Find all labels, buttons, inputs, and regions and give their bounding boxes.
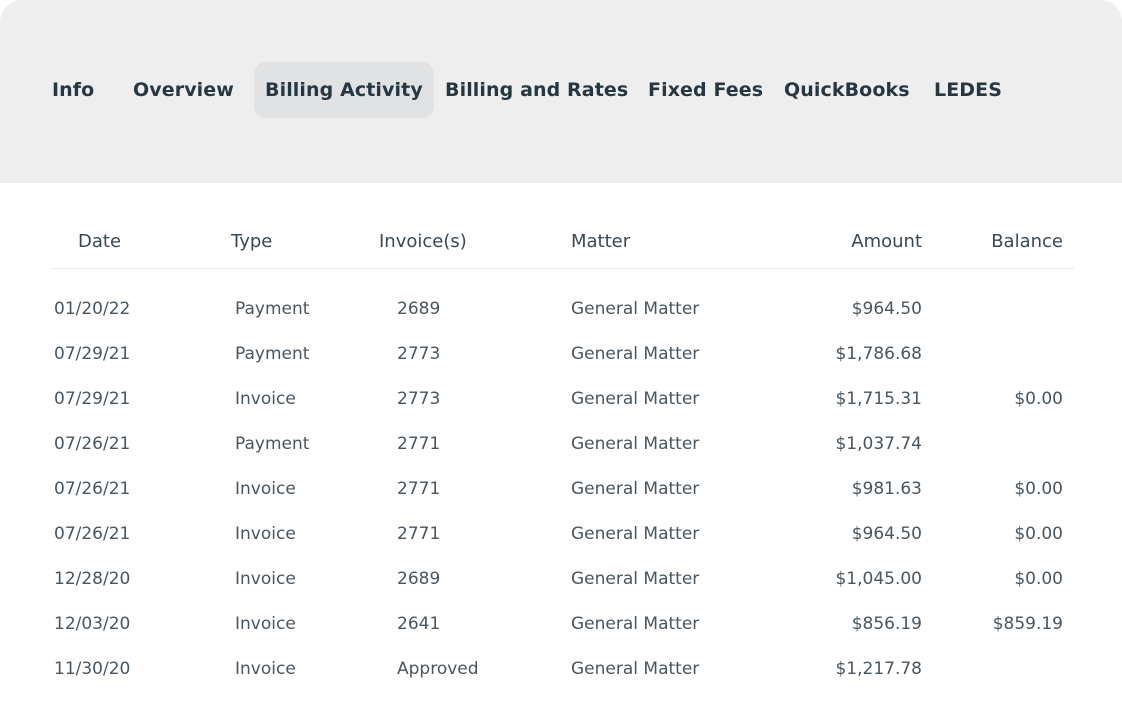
tab-quickbooks[interactable]: QuickBooks — [784, 62, 910, 118]
column-header-invoices[interactable]: Invoice(s) — [379, 228, 467, 256]
cell-type: Payment — [235, 434, 310, 454]
cell-type: Invoice — [235, 389, 296, 409]
cell-date: 12/28/20 — [54, 569, 131, 589]
header-divider — [51, 268, 1074, 269]
cell-date: 07/26/21 — [54, 524, 131, 544]
cell-invoices: 2771 — [397, 524, 441, 544]
cell-matter: General Matter — [571, 434, 700, 454]
tab-ledes[interactable]: LEDES — [934, 62, 1002, 118]
tab-info[interactable]: Info — [52, 62, 94, 118]
cell-matter: General Matter — [571, 614, 700, 634]
cell-date: 07/26/21 — [54, 434, 131, 454]
column-header-amount[interactable]: Amount — [851, 228, 922, 256]
cell-date: 01/20/22 — [54, 299, 131, 319]
table-row[interactable]: 07/29/21 Payment 2773 General Matter $1,786.… — [0, 331, 1122, 376]
cell-balance: $0.00 — [1014, 524, 1063, 544]
cell-type: Invoice — [235, 569, 296, 589]
table-row[interactable]: 07/29/21 Invoice 2773 General Matter $1,715.… — [0, 376, 1122, 421]
table-row[interactable]: 07/26/21 Invoice 2771 General Matter $981.63… — [0, 466, 1122, 511]
cell-invoices: 2771 — [397, 434, 441, 454]
cell-invoices: 2773 — [397, 389, 441, 409]
cell-amount: $1,715.31 — [835, 389, 922, 409]
cell-amount: $964.50 — [851, 524, 922, 544]
cell-amount: $1,037.74 — [835, 434, 922, 454]
cell-invoices: 2689 — [397, 569, 441, 589]
cell-type: Invoice — [235, 524, 296, 544]
tab-overview[interactable]: Overview — [133, 62, 234, 118]
table-header: Date Type Invoice(s) Matter Amount Balan… — [0, 228, 1122, 258]
cell-matter: General Matter — [571, 389, 700, 409]
billing-activity-table-body: 01/20/22 Payment 2689 General Matter $964.50… — [0, 286, 1122, 691]
cell-matter: General Matter — [571, 299, 700, 319]
table-row[interactable]: 12/28/20 Invoice 2689 General Matter $1,045.… — [0, 556, 1122, 601]
table-row[interactable]: 01/20/22 Payment 2689 General Matter $964.50 — [0, 286, 1122, 331]
tab-fixed-fees[interactable]: Fixed Fees — [648, 62, 763, 118]
column-header-balance[interactable]: Balance — [991, 228, 1063, 256]
tab-billing-and-rates[interactable]: Billing and Rates — [445, 62, 628, 118]
column-header-matter[interactable]: Matter — [571, 228, 630, 256]
cell-balance: $859.19 — [992, 614, 1063, 634]
cell-date: 07/29/21 — [54, 344, 131, 364]
cell-date: 07/26/21 — [54, 479, 131, 499]
column-header-date[interactable]: Date — [78, 228, 121, 256]
cell-type: Invoice — [235, 659, 296, 679]
cell-amount: $981.63 — [851, 479, 922, 499]
cell-matter: General Matter — [571, 479, 700, 499]
tab-bar: Info Overview Billing Activity Billing a… — [0, 0, 1122, 183]
cell-balance: $0.00 — [1014, 389, 1063, 409]
cell-type: Invoice — [235, 614, 296, 634]
cell-matter: General Matter — [571, 524, 700, 544]
table-row[interactable]: 11/30/20 Invoice Approved General Matter $1,… — [0, 646, 1122, 691]
cell-date: 12/03/20 — [54, 614, 131, 634]
cell-matter: General Matter — [571, 659, 700, 679]
cell-date: 07/29/21 — [54, 389, 131, 409]
cell-matter: General Matter — [571, 569, 700, 589]
cell-amount: $856.19 — [851, 614, 922, 634]
cell-balance: $0.00 — [1014, 479, 1063, 499]
table-row[interactable]: 12/03/20 Invoice 2641 General Matter $856.19… — [0, 601, 1122, 646]
cell-amount: $1,217.78 — [835, 659, 922, 679]
cell-amount: $1,786.68 — [835, 344, 922, 364]
cell-type: Invoice — [235, 479, 296, 499]
cell-balance: $0.00 — [1014, 569, 1063, 589]
cell-amount: $964.50 — [851, 299, 922, 319]
column-header-type[interactable]: Type — [231, 228, 272, 256]
cell-type: Payment — [235, 344, 310, 364]
table-row[interactable]: 07/26/21 Payment 2771 General Matter $1,037.… — [0, 421, 1122, 466]
cell-invoices: 2771 — [397, 479, 441, 499]
cell-date: 11/30/20 — [54, 659, 131, 679]
cell-type: Payment — [235, 299, 310, 319]
table-row[interactable]: 07/26/21 Invoice 2771 General Matter $964.50… — [0, 511, 1122, 556]
cell-amount: $1,045.00 — [835, 569, 922, 589]
cell-invoices: 2689 — [397, 299, 441, 319]
cell-invoices: Approved — [397, 659, 479, 679]
tab-billing-activity[interactable]: Billing Activity — [254, 62, 434, 118]
cell-matter: General Matter — [571, 344, 700, 364]
cell-invoices: 2773 — [397, 344, 441, 364]
billing-activity-card: Info Overview Billing Activity Billing a… — [0, 0, 1122, 724]
cell-invoices: 2641 — [397, 614, 441, 634]
